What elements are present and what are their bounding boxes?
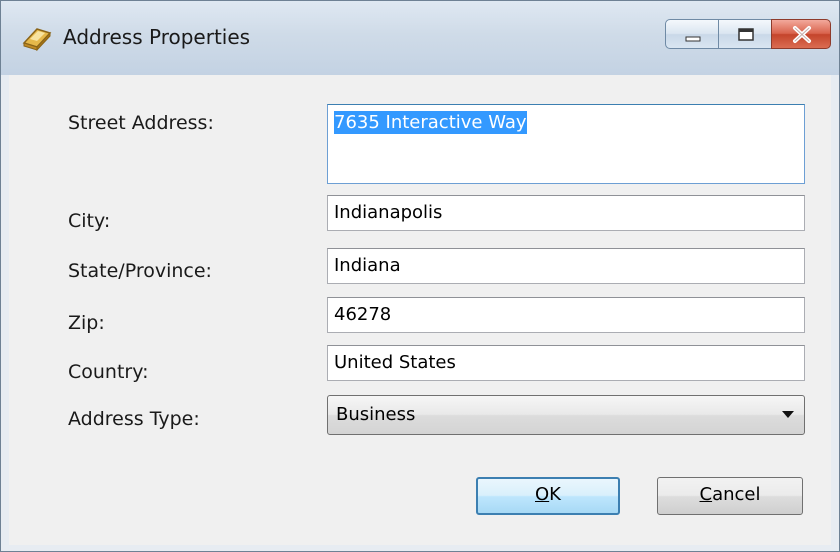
city-field[interactable]: Indianapolis: [327, 195, 805, 231]
close-icon: [793, 26, 811, 43]
street-address-field[interactable]: 7635 Interactive Way: [327, 104, 805, 184]
state-province-label: State/Province:: [68, 260, 212, 282]
minimize-icon: [685, 36, 701, 42]
country-field[interactable]: United States: [327, 345, 805, 381]
close-button[interactable]: [771, 19, 831, 49]
ok-accelerator: O: [535, 484, 550, 505]
address-type-value: Business: [336, 404, 416, 425]
minimize-button[interactable]: [665, 19, 719, 49]
title-bar[interactable]: Address Properties: [1, 1, 839, 75]
caption-buttons: [665, 19, 831, 49]
maximize-icon: [738, 28, 754, 41]
cancel-button[interactable]: Cancel: [657, 477, 803, 515]
cancel-accelerator: C: [699, 484, 713, 505]
cancel-label-rest: ancel: [712, 484, 761, 505]
state-province-field[interactable]: Indiana: [327, 248, 805, 284]
zip-field[interactable]: 46278: [327, 297, 805, 333]
address-book-icon: [21, 23, 53, 52]
ok-button[interactable]: OK: [476, 477, 620, 515]
ok-label-rest: K: [549, 484, 561, 505]
city-label: City:: [68, 210, 111, 232]
street-address-label: Street Address:: [68, 112, 214, 134]
zip-label: Zip:: [68, 312, 105, 334]
maximize-button[interactable]: [718, 19, 772, 49]
country-label: Country:: [68, 361, 149, 383]
address-type-dropdown[interactable]: Business: [327, 395, 805, 435]
chevron-down-icon: [782, 411, 794, 418]
address-type-label: Address Type:: [68, 408, 200, 430]
address-properties-window: Address Properties Street Address: 7635 …: [0, 0, 840, 552]
street-address-value: 7635 Interactive Way: [334, 111, 527, 134]
window-title: Address Properties: [63, 25, 251, 49]
